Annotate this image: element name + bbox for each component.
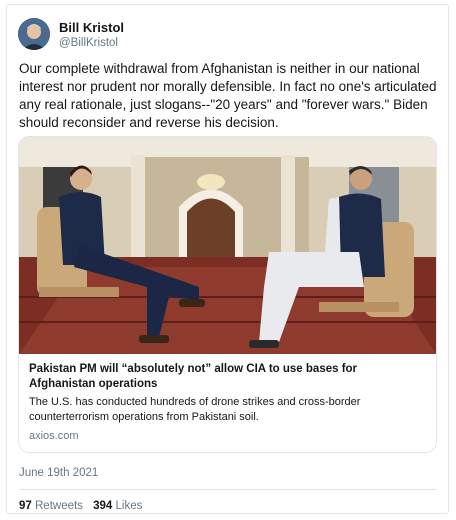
retweets-count: 97 xyxy=(19,500,32,512)
author-avatar[interactable] xyxy=(18,18,50,50)
retweets-stat[interactable]: 97 Retweets xyxy=(19,500,83,512)
retweets-label: Retweets xyxy=(35,500,83,512)
tweet-text: Our complete withdrawal from Afghanistan… xyxy=(19,61,437,130)
card-domain[interactable]: axios.com xyxy=(29,430,426,442)
card-title[interactable]: Pakistan PM will “absolutely not” allow … xyxy=(29,362,426,392)
card-description: The U.S. has conducted hundreds of drone… xyxy=(29,396,361,423)
author-name[interactable]: Bill Kristol xyxy=(59,20,124,35)
author-handle[interactable]: @BillKristol xyxy=(59,37,118,49)
likes-count: 394 xyxy=(93,500,113,512)
tweet-date[interactable]: June 19th 2021 xyxy=(19,467,98,479)
likes-stat[interactable]: 394 Likes xyxy=(93,500,142,512)
card-image xyxy=(19,137,436,354)
divider xyxy=(19,489,437,490)
link-preview-card[interactable]: Pakistan PM will “absolutely not” allow … xyxy=(18,136,437,453)
likes-label: Likes xyxy=(115,500,143,512)
tweet-card: Bill Kristol @BillKristol Our complete w… xyxy=(6,4,449,514)
engagement-stats: 97 Retweets 394 Likes xyxy=(19,500,149,512)
